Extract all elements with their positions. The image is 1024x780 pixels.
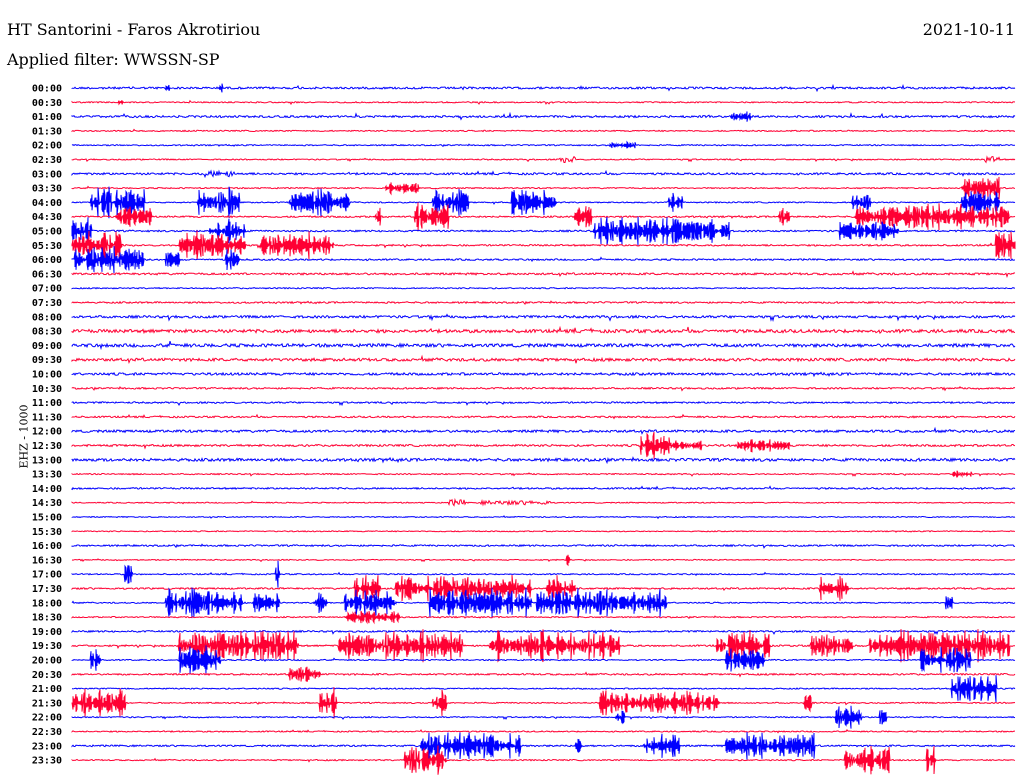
row-time-label: 03:30	[32, 184, 62, 195]
trace-0030	[71, 99, 1016, 106]
trace-1800	[71, 587, 1016, 619]
row-time-label: 18:30	[32, 613, 62, 624]
row-time-label: 19:00	[32, 627, 62, 638]
trace-1500	[71, 515, 1016, 520]
row-time-label: 09:00	[32, 341, 62, 352]
row-time-label: 10:30	[32, 384, 62, 395]
trace-0700	[71, 286, 1015, 290]
row-time-label: 16:00	[32, 541, 62, 552]
row-time-label: 03:00	[32, 169, 62, 180]
trace-1300	[71, 456, 1016, 465]
row-time-label: 09:30	[32, 355, 62, 366]
helicorder-plot: 00:00 00:30 01:00 01:30 02:00 02:30 03:00 03:30…	[32, 83, 1016, 775]
row-time-label: 12:00	[32, 427, 62, 438]
row-time-label: 05:30	[32, 241, 62, 252]
trace-0200	[71, 140, 1016, 149]
trace-0000	[71, 83, 1016, 93]
trace-2330	[71, 745, 1016, 775]
row-time-label: 19:30	[32, 641, 62, 652]
trace-0730	[71, 300, 1016, 306]
trace-1100	[71, 400, 1016, 407]
row-time-label: 14:30	[32, 498, 62, 509]
row-time-label: 04:30	[32, 212, 62, 223]
trace-1230	[71, 431, 1016, 459]
trace-0230	[71, 155, 1016, 164]
row-time-label: 13:00	[32, 455, 62, 466]
row-time-label: 17:00	[32, 570, 62, 581]
row-time-label: 23:30	[32, 756, 62, 767]
trace-1330	[71, 470, 1016, 478]
trace-1700	[71, 560, 1016, 588]
row-time-label: 10:00	[32, 370, 62, 381]
row-time-label: 08:00	[32, 312, 62, 323]
row-time-label: 15:30	[32, 527, 62, 538]
trace-1430	[71, 497, 1016, 507]
row-time-label: 13:30	[32, 470, 62, 481]
row-time-label: 06:30	[32, 269, 62, 280]
trace-2200	[71, 705, 1016, 729]
trace-1000	[71, 371, 1016, 378]
row-time-label: 11:30	[32, 412, 62, 423]
trace-2300	[71, 731, 1016, 760]
row-time-label: 21:00	[32, 684, 62, 695]
row-time-label: 22:00	[32, 713, 62, 724]
trace-2030	[71, 666, 1016, 683]
row-time-label: 04:00	[32, 198, 62, 209]
row-time-label: 08:30	[32, 327, 62, 338]
row-time-label: 20:00	[32, 656, 62, 667]
row-time-label: 00:00	[32, 84, 62, 95]
row-time-label: 01:00	[32, 112, 62, 123]
trace-0400	[71, 186, 1016, 219]
row-time-label: 07:30	[32, 298, 62, 309]
trace-1630	[71, 554, 1016, 567]
trace-1400	[71, 485, 1016, 491]
trace-1030	[71, 385, 1016, 392]
trace-1600	[71, 543, 1016, 549]
trace-2130	[71, 687, 1016, 719]
row-time-label: 00:30	[32, 98, 62, 109]
trace-0900	[71, 340, 1016, 351]
trace-0830	[71, 325, 1015, 335]
row-time-label: 11:00	[32, 398, 62, 409]
trace-0130	[71, 128, 1016, 133]
trace-0100	[71, 111, 1016, 122]
trace-1530	[71, 529, 1016, 533]
row-time-label: 01:30	[32, 126, 62, 137]
row-time-label: 06:00	[32, 255, 62, 266]
row-time-label: 18:00	[32, 598, 62, 609]
row-time-label: 14:00	[32, 484, 62, 495]
row-time-label: 17:30	[32, 584, 62, 595]
row-time-label: 15:00	[32, 513, 62, 524]
row-time-label: 12:30	[32, 441, 62, 452]
trace-0300	[71, 169, 1016, 179]
row-time-label: 16:30	[32, 555, 62, 566]
row-time-label: 20:30	[32, 670, 62, 681]
row-time-label: 07:00	[32, 284, 62, 295]
row-time-label: 21:30	[32, 698, 62, 709]
trace-2230	[71, 729, 1015, 734]
trace-0800	[71, 313, 1016, 322]
trace-2100	[71, 675, 1016, 703]
trace-1200	[71, 426, 1016, 435]
trace-1130	[71, 413, 1016, 420]
trace-0930	[71, 354, 1016, 364]
row-time-label: 02:30	[32, 155, 62, 166]
row-time-label: 23:00	[32, 741, 62, 752]
row-time-label: 22:30	[32, 727, 62, 738]
trace-1830	[71, 610, 1016, 625]
row-time-label: 02:00	[32, 141, 62, 152]
row-time-label: 05:00	[32, 227, 62, 238]
trace-0630	[71, 270, 1016, 279]
